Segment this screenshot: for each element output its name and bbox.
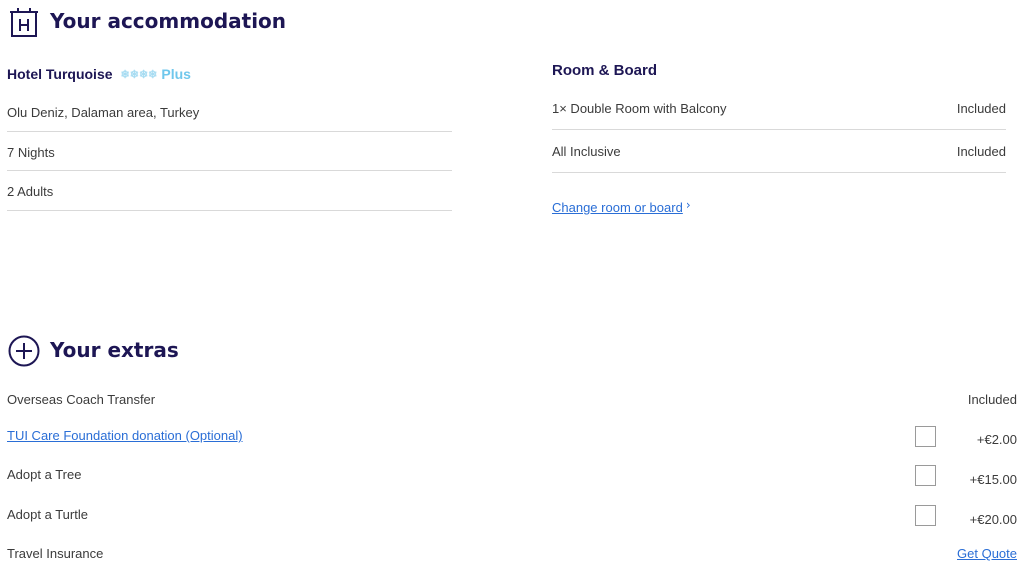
extra-travel-insurance: Travel Insurance [7,546,104,561]
divider [552,172,1006,173]
divider [7,131,452,132]
rating-plus: Plus [161,66,191,82]
adopt-turtle-price: +€20.00 [969,512,1017,527]
extra-adopt-tree: Adopt a Tree [7,467,82,482]
hotel-location: Olu Deniz, Dalaman area, Turkey [7,105,200,120]
change-room-board-link[interactable]: Change room or board [552,200,683,215]
extra-coach-transfer: Overseas Coach Transfer [7,392,156,407]
divider [7,170,452,171]
divider [552,129,1006,130]
plus-circle-icon [8,335,40,367]
change-room-board-link-wrap[interactable]: Change room or board › [552,197,691,216]
hotel-nights: 7 Nights [7,145,55,160]
extra-adopt-turtle: Adopt a Turtle [7,507,88,522]
get-quote-link[interactable]: Get Quote [957,546,1017,561]
room-type: 1× Double Room with Balcony [552,101,727,116]
tui-care-donation-checkbox[interactable] [915,426,936,447]
adopt-tree-price: +€15.00 [969,472,1017,487]
tui-care-donation-price: +€2.00 [976,432,1017,447]
hotel-name-row: Hotel Turquoise ❄❄❄❄ Plus [7,66,191,82]
extras-title: Your extras [50,338,179,362]
hotel-guests: 2 Adults [7,184,54,199]
adopt-tree-checkbox[interactable] [915,465,936,486]
hotel-icon [10,8,38,37]
board-type-value: Included [956,144,1006,159]
hotel-name: Hotel Turquoise [7,66,113,82]
rating-stars-icon: ❄❄❄❄ [120,68,158,81]
board-type: All Inclusive [552,144,621,159]
room-board-title: Room & Board [552,62,657,79]
divider [7,210,452,211]
accommodation-title: Your accommodation [50,9,287,33]
tui-care-donation-link[interactable]: TUI Care Foundation donation (Optional) [7,428,243,443]
extra-coach-transfer-value: Included [967,392,1017,407]
adopt-turtle-checkbox[interactable] [915,505,936,526]
chevron-right-icon: › [685,198,691,212]
room-type-value: Included [956,101,1006,116]
